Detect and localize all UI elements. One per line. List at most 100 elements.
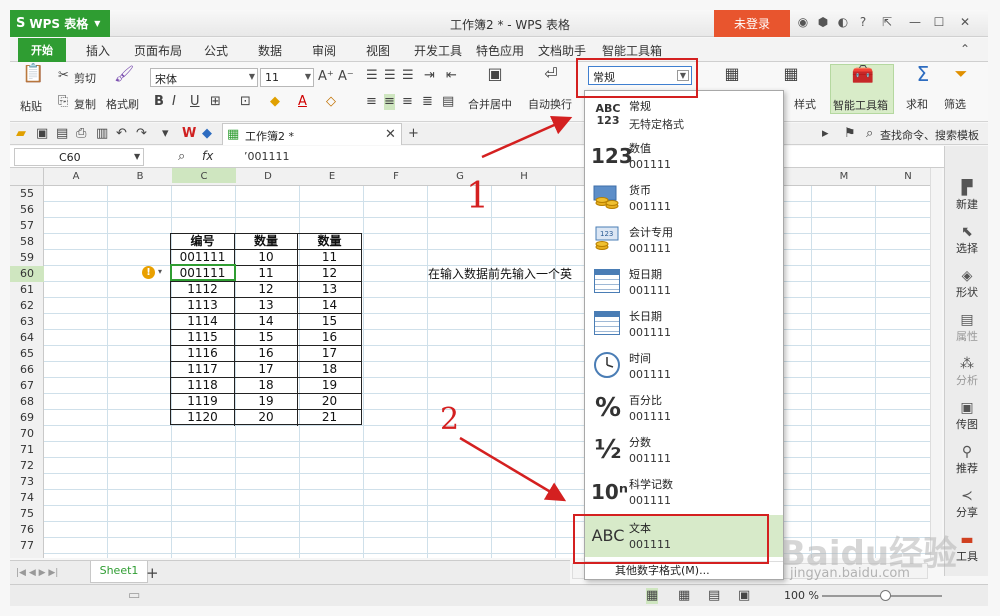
align-middle-icon[interactable]: ☰ [384,68,396,84]
align-bottom-icon[interactable]: ☰ [402,68,414,84]
outdent-icon[interactable]: ⇤ [446,68,457,84]
row-header[interactable]: 63 [10,314,44,330]
justify-icon[interactable]: ≣ [422,94,433,110]
smart-toolbox-button[interactable]: 🧰 智能工具箱 [830,64,894,114]
sidebar-item-shape[interactable]: ◈ 形状 [945,268,989,300]
table-cell[interactable]: 1116 [171,346,235,362]
row-header[interactable]: 67 [10,378,44,394]
save-icon[interactable]: ▣ [36,126,48,142]
paste-icon[interactable]: 📋 [22,65,44,83]
vertical-scrollbar[interactable] [930,168,942,558]
open-folder-icon[interactable]: ▰ [16,126,26,142]
close-icon[interactable]: ✕ [958,15,972,29]
table-cell[interactable]: 1114 [171,314,235,330]
table-cell[interactable]: 1119 [171,394,235,410]
merge-center-icon[interactable]: ▣ [484,66,506,82]
merge-center-button[interactable]: 合并居中 [468,96,512,112]
maximize-icon[interactable]: ☐ [932,15,946,29]
tab-page-layout[interactable]: 页面布局 [134,42,182,59]
print-preview-icon[interactable]: ▥ [96,126,108,142]
table-header-cell[interactable]: 数量 [298,234,361,250]
table-cell[interactable]: 1120 [171,410,235,426]
row-header[interactable]: 56 [10,202,44,218]
format-item-short-date[interactable]: 短日期 001111 [585,261,783,303]
copy-button[interactable]: 复制 [74,96,96,112]
table-cell[interactable]: 14 [298,298,361,314]
table-cell[interactable]: 15 [235,330,298,346]
table-cell[interactable]: 21 [298,410,361,426]
tab-special[interactable]: 特色应用 [476,42,524,59]
print-icon[interactable]: ⎙ [76,126,86,142]
table-cell[interactable]: 19 [235,394,298,410]
settings-icon[interactable]: ⬢ [816,15,830,29]
tab-smart-toolbox[interactable]: 智能工具箱 [602,42,662,59]
minimize-icon[interactable]: — [908,15,922,29]
table-cell[interactable]: 12 [298,266,361,282]
font-size-select[interactable]: 11 ▼ [260,68,314,87]
reading-view-icon[interactable]: ▣ [738,588,750,604]
column-header[interactable]: M [812,171,876,182]
command-search[interactable]: 查找命令、搜索模板 [880,127,979,143]
sheet-tab[interactable]: Sheet1 [90,561,148,583]
pin-icon[interactable]: ⚑ [844,126,856,142]
format-item-general[interactable]: ABC 123 常规 无特定格式 [585,93,783,135]
sidebar-item-analysis[interactable]: ⁂ 分析 [945,356,989,388]
zoom-slider-thumb[interactable] [880,590,891,601]
chevron-up-icon[interactable]: ⌃ [958,42,972,56]
sidebar-item-properties[interactable]: ▤ 属性 [945,312,989,344]
column-header[interactable]: B [108,171,172,182]
name-box[interactable]: C60 [14,148,144,166]
format-item-time[interactable]: 时间 001111 [585,345,783,387]
row-header[interactable]: 76 [10,522,44,538]
tab-view[interactable]: 视图 [366,42,390,59]
review-icon[interactable]: ▸ [822,126,829,142]
search-icon[interactable]: ⌕ [866,126,873,142]
sidebar-item-share[interactable]: ≺ 分享 [945,488,989,520]
tab-review[interactable]: 审阅 [312,42,336,59]
row-header[interactable]: 64 [10,330,44,346]
format-item-currency[interactable]: 货币 001111 [585,177,783,219]
tab-developer[interactable]: 开发工具 [414,42,462,59]
format-item-number[interactable]: 123 数值 001111 [585,135,783,177]
layout-icon[interactable]: ▭ [128,588,140,604]
document-tab[interactable]: ▦ 工作簿2 * ✕ [222,123,402,145]
filter-icon[interactable]: ⏷ [950,66,972,82]
new-tab-icon[interactable]: + [408,126,419,142]
tab-insert[interactable]: 插入 [86,42,110,59]
align-center-icon[interactable]: ≡ [384,94,395,110]
row-header[interactable]: 73 [10,474,44,490]
sidebar-item-recommend[interactable]: ⚲ 推荐 [945,444,989,476]
table-cell[interactable]: 18 [235,378,298,394]
table-cell[interactable]: 18 [298,362,361,378]
row-header[interactable]: 55 [10,186,44,202]
table-header-cell[interactable]: 数量 [235,234,298,250]
merge-cells-icon[interactable]: ⊡ [240,94,251,110]
table-style-icon[interactable]: ▦ [780,66,802,82]
row-header[interactable]: 72 [10,458,44,474]
table-cell[interactable]: 1117 [171,362,235,378]
close-tab-icon[interactable]: ✕ [385,127,396,143]
row-header[interactable]: 66 [10,362,44,378]
font-color-icon[interactable]: A [298,94,307,110]
row-header[interactable]: 57 [10,218,44,234]
italic-icon[interactable]: I [172,94,176,110]
row-header[interactable]: 59 [10,250,44,266]
sum-icon[interactable]: Σ [912,64,934,84]
sidebar-item-select[interactable]: ⬉ 选择 [945,224,989,256]
row-header[interactable]: 68 [10,394,44,410]
column-header[interactable]: D [236,171,300,182]
paste-button[interactable]: 粘贴 [20,98,42,114]
column-header[interactable]: H [492,171,556,182]
chevron-down-icon[interactable]: ▾ [158,267,162,276]
first-sheet-icon[interactable]: |◀ ◀ ▶ ▶| [16,565,58,581]
chevron-down-icon[interactable]: ▾ [162,126,169,142]
fx-icon[interactable]: fx [202,149,213,163]
row-header[interactable]: 75 [10,506,44,522]
tab-formulas[interactable]: 公式 [204,42,228,59]
normal-view-icon[interactable]: ▦ [646,588,659,604]
row-header[interactable]: 70 [10,426,44,442]
table-cell[interactable]: 17 [298,346,361,362]
table-cell[interactable]: 20 [235,410,298,426]
align-right-icon[interactable]: ≡ [402,94,413,110]
row-header[interactable]: 58 [10,234,44,250]
